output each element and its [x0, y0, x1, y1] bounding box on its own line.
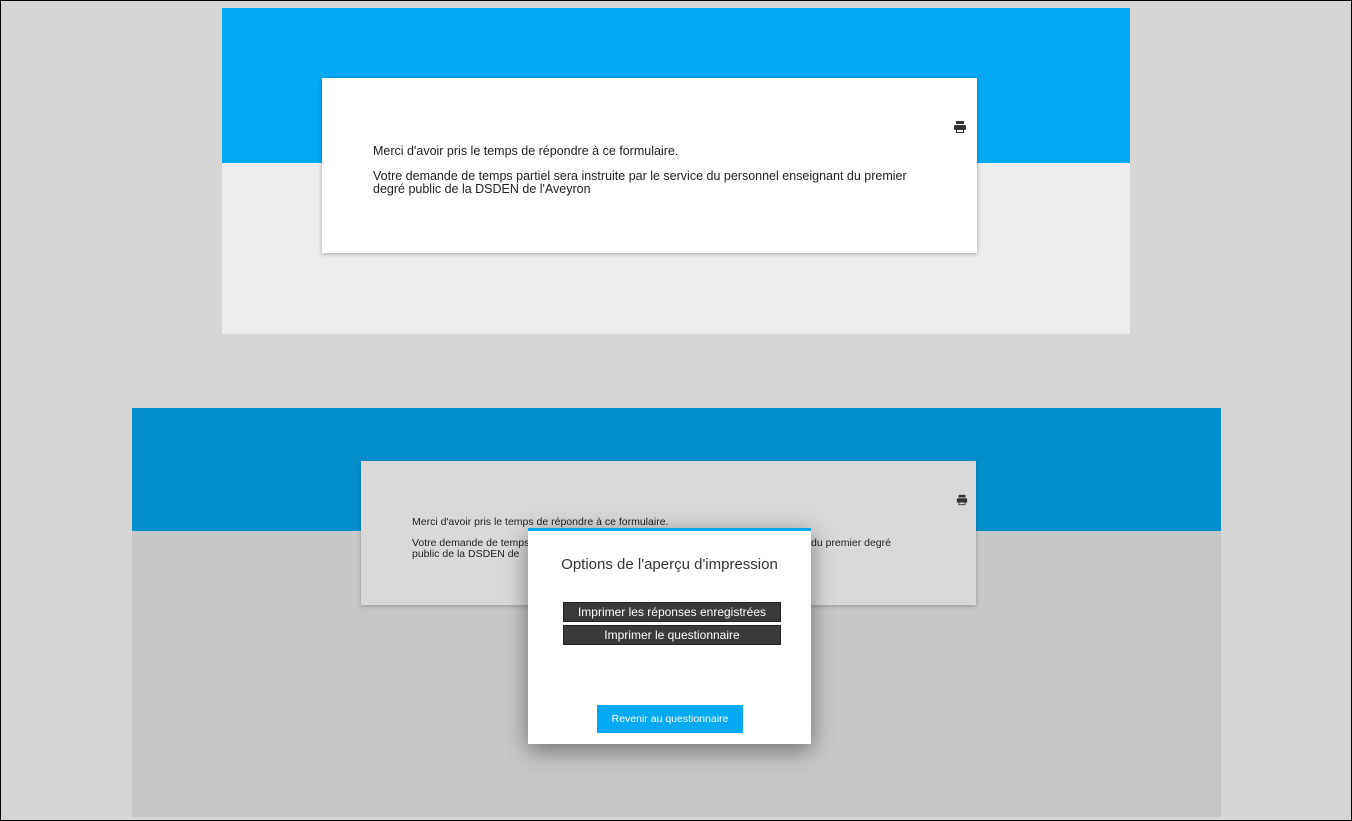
printer-icon[interactable] [956, 494, 968, 506]
confirmation-page: Merci d'avoir pris le temps de répondre … [222, 8, 1130, 334]
info-message-right: nt du premier degré [799, 537, 891, 549]
thanks-message: Merci d'avoir pris le temps de répondre … [412, 516, 669, 528]
info-message: Votre demande de temps partiel sera inst… [373, 169, 907, 196]
print-saved-answers-button[interactable]: Imprimer les réponses enregistrées [563, 602, 781, 622]
print-options-page: Merci d'avoir pris le temps de répondre … [132, 408, 1221, 817]
info-message-left-2: public de la DSDEN de [412, 548, 520, 560]
print-options-dialog: Options de l'aperçu d'impression Imprime… [528, 528, 811, 744]
confirmation-card: Merci d'avoir pris le temps de répondre … [322, 78, 977, 253]
print-form-button[interactable]: Imprimer le questionnaire [563, 625, 781, 645]
back-to-form-button[interactable]: Revenir au questionnaire [597, 705, 743, 733]
dialog-title: Options de l'aperçu d'impression [561, 556, 778, 573]
printer-icon[interactable] [953, 120, 967, 134]
thanks-message: Merci d'avoir pris le temps de répondre … [373, 144, 679, 158]
